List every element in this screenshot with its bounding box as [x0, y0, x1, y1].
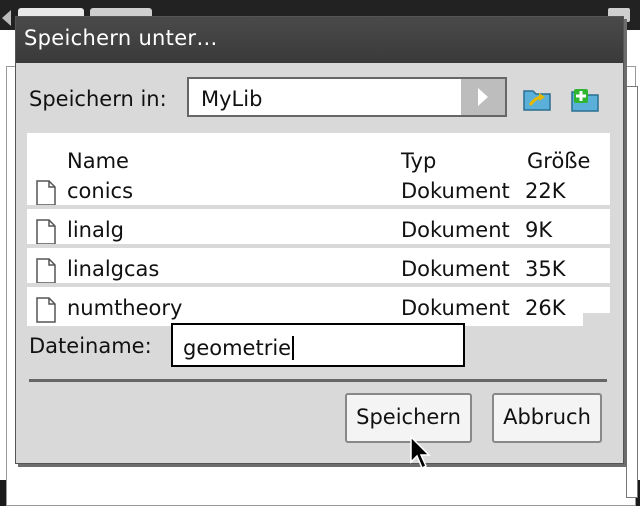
file-size: 35K: [525, 257, 566, 281]
save-in-label: Speichern in:: [29, 87, 167, 111]
row-divider: [27, 244, 610, 248]
save-button[interactable]: Speichern: [345, 393, 472, 443]
dialog-title: Speichern unter…: [24, 26, 218, 50]
row-divider: [27, 283, 610, 287]
file-row[interactable]: numtheory Dokument 26K: [27, 292, 583, 326]
column-header-size[interactable]: Größe: [527, 149, 590, 173]
file-list: Name Typ Größe conics Dokument 22K linal…: [27, 133, 610, 326]
mouse-pointer-icon: [410, 436, 431, 470]
dropdown-arrow-button[interactable]: [461, 79, 505, 115]
file-row[interactable]: linalgcas Dokument 35K: [27, 253, 610, 287]
save-in-dropdown[interactable]: MyLib: [187, 77, 507, 117]
file-size: 26K: [525, 296, 566, 320]
file-name: numtheory: [67, 296, 183, 320]
file-type: Dokument: [401, 218, 510, 242]
document-icon: [36, 297, 56, 323]
new-folder-button[interactable]: [570, 83, 602, 113]
filename-value: geometrie: [183, 336, 292, 360]
background-scrollbar: [626, 86, 638, 498]
filename-input[interactable]: geometrie: [171, 323, 465, 367]
document-icon: [36, 180, 56, 206]
file-size: 22K: [525, 179, 566, 203]
save-as-dialog: Speichern unter… Speichern in: MyLib Nam…: [15, 16, 624, 464]
left-arrow-icon: [2, 10, 11, 26]
file-type: Dokument: [401, 296, 510, 320]
file-row[interactable]: linalg Dokument 9K: [27, 214, 610, 248]
text-caret: [292, 336, 295, 360]
save-in-value: MyLib: [201, 87, 263, 111]
file-type: Dokument: [401, 179, 510, 203]
file-row[interactable]: conics Dokument 22K: [27, 175, 610, 209]
cancel-button[interactable]: Abbruch: [492, 393, 602, 443]
file-name: linalg: [67, 218, 125, 242]
divider: [29, 379, 607, 382]
dialog-titlebar: Speichern unter…: [16, 17, 623, 63]
document-icon: [36, 258, 56, 284]
file-type: Dokument: [401, 257, 510, 281]
document-icon: [36, 219, 56, 245]
new-folder-icon: [571, 89, 599, 112]
column-header-name[interactable]: Name: [67, 149, 129, 173]
filename-label: Dateiname:: [29, 334, 152, 358]
file-name: linalgcas: [67, 257, 160, 281]
file-name: conics: [67, 179, 134, 203]
file-size: 9K: [525, 218, 553, 242]
column-header-type[interactable]: Typ: [401, 149, 436, 173]
chevron-right-icon: [478, 88, 488, 106]
folder-up-button[interactable]: [522, 83, 554, 113]
row-divider: [27, 205, 610, 209]
folder-up-icon: [523, 90, 551, 111]
